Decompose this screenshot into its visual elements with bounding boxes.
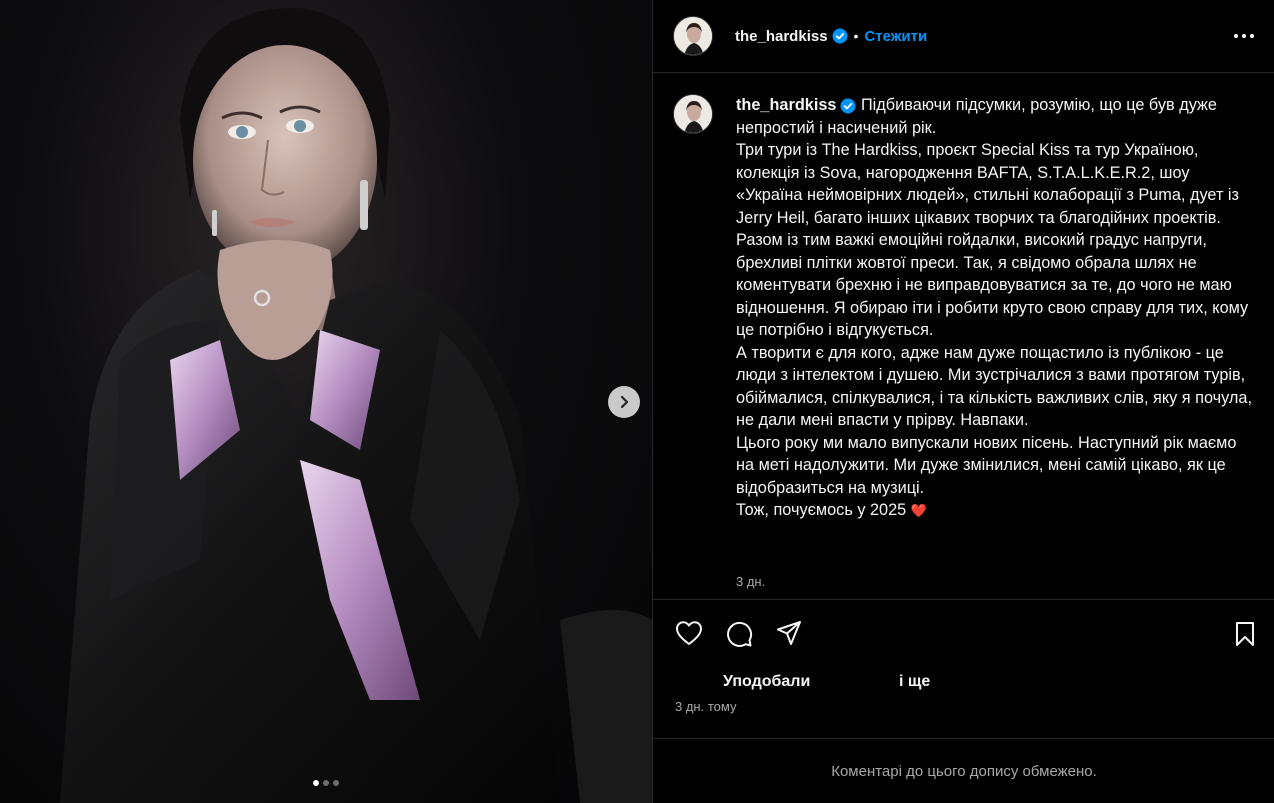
carousel-dot	[323, 780, 329, 786]
carousel-next-button[interactable]	[608, 386, 640, 418]
more-options-button[interactable]	[1233, 26, 1255, 51]
separator-dot: •	[853, 28, 859, 44]
save-button[interactable]	[1233, 620, 1257, 653]
share-icon	[777, 621, 801, 645]
post-side-panel: the_hardkiss • Стежити the_hardkiss Підб…	[652, 0, 1274, 803]
post-header: the_hardkiss • Стежити	[653, 0, 1274, 73]
post-photo	[60, 8, 652, 803]
caption-timestamp[interactable]: 3 дн.	[736, 574, 765, 589]
avatar-image	[674, 17, 712, 55]
caption-area: the_hardkiss Підбиваючи підсумки, розумі…	[653, 74, 1274, 600]
heart-icon	[676, 621, 702, 645]
verified-badge-icon	[832, 28, 848, 44]
comments-restricted-notice: Коментарі до цього допису обмежено.	[653, 738, 1274, 803]
carousel-dot	[313, 780, 319, 786]
likes-prefix: Уподобали	[723, 673, 811, 690]
caption-username[interactable]: the_hardkiss	[736, 96, 836, 114]
follow-button[interactable]: Стежити	[864, 28, 927, 45]
like-button[interactable]	[675, 620, 703, 651]
share-button[interactable]	[775, 620, 803, 651]
carousel-indicator	[0, 780, 652, 786]
caption-avatar[interactable]	[673, 94, 713, 134]
post-timestamp[interactable]: 3 дн. тому	[675, 699, 736, 714]
carousel-dot	[333, 780, 339, 786]
more-horizontal-icon	[1234, 34, 1254, 38]
chevron-right-icon	[620, 395, 629, 409]
post-actions	[653, 610, 1274, 660]
likes-suffix[interactable]: і ще	[899, 673, 930, 691]
avatar[interactable]	[673, 16, 713, 56]
heart-emoji: ❤️	[910, 503, 927, 518]
avatar-image	[674, 95, 712, 133]
caption-body: Підбиваючи підсумки, розумію, що це був …	[736, 96, 1252, 519]
caption-text: the_hardkiss Підбиваючи підсумки, розумі…	[736, 94, 1256, 523]
comment-button[interactable]	[725, 620, 753, 653]
bookmark-icon	[1236, 622, 1254, 646]
verified-badge-icon	[840, 98, 856, 114]
comment-icon	[727, 621, 753, 647]
post-media[interactable]	[0, 0, 652, 803]
account-username[interactable]: the_hardkiss	[735, 28, 828, 45]
